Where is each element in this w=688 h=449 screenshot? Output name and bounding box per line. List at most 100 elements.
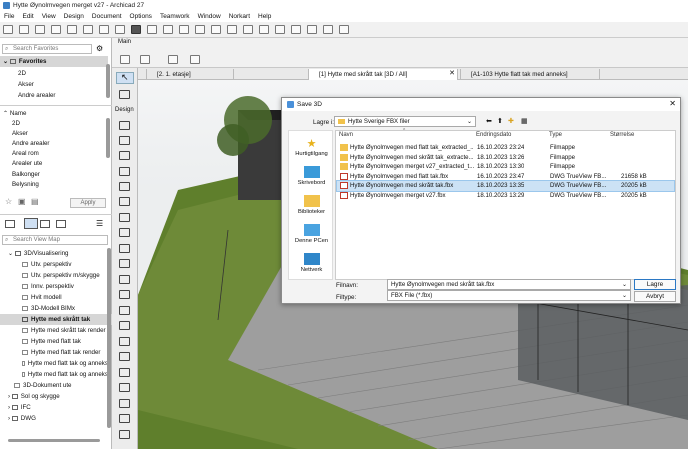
- horizontal-scrollbar[interactable]: [8, 439, 100, 442]
- view-item[interactable]: Utv. perspektiv m/skygge: [0, 270, 108, 281]
- roof-tool-icon[interactable]: [119, 213, 130, 222]
- open-folder-icon[interactable]: [19, 25, 29, 34]
- rotate-icon[interactable]: [168, 55, 178, 64]
- copy-icon[interactable]: [83, 25, 93, 34]
- view-folder-3d[interactable]: ⌄ 3D/Visualisering: [0, 248, 108, 259]
- new-folder-icon[interactable]: ✚: [508, 117, 514, 125]
- view-map-search[interactable]: ⌕ Search View Map: [2, 235, 108, 245]
- stair-tool-icon[interactable]: [119, 228, 130, 237]
- skylight-tool-icon[interactable]: [119, 182, 130, 191]
- view-map-icon[interactable]: [24, 218, 38, 229]
- shell-tool-icon[interactable]: [119, 290, 130, 299]
- 3d-view-icon[interactable]: [227, 25, 237, 34]
- marquee-tool-icon[interactable]: [119, 90, 130, 99]
- ruler-icon[interactable]: [179, 25, 189, 34]
- curtain-wall-tool-icon[interactable]: [119, 136, 130, 145]
- view-item[interactable]: Hytte med skrått tak render: [0, 325, 108, 336]
- door-tool-icon[interactable]: [119, 151, 130, 160]
- view-map-scrollbar[interactable]: [107, 248, 111, 428]
- view-item[interactable]: Hytte med flatt tak og anneks: [0, 358, 108, 369]
- print-icon[interactable]: [51, 25, 61, 34]
- view-item[interactable]: Hytte med flatt tak render: [0, 347, 108, 358]
- layer-icon[interactable]: [147, 25, 157, 34]
- column-size[interactable]: Størrelse: [610, 132, 634, 138]
- view-folder[interactable]: › DWG: [0, 413, 108, 424]
- view-item[interactable]: Innv. perspektiv: [0, 281, 108, 292]
- favorite-item[interactable]: Akser: [0, 79, 108, 90]
- file-row[interactable]: Hytte Øynolmvegen merget v27_extracted_t…: [337, 162, 674, 172]
- tab-3d[interactable]: [1] Hytte med skrått tak [3D / All] ✕: [308, 69, 458, 80]
- file-row[interactable]: Hytte Øynolmvegen med skrått tak_extract…: [337, 153, 674, 163]
- save-button[interactable]: Lagre: [634, 279, 676, 290]
- favorite-item[interactable]: 2D: [0, 68, 108, 79]
- place-libraries[interactable]: Biblioteker: [289, 195, 334, 215]
- menu-help[interactable]: Help: [258, 13, 271, 20]
- arrow-tool-icon[interactable]: [120, 55, 130, 64]
- grid-icon[interactable]: [339, 25, 349, 34]
- favorites-search[interactable]: ⌕ Search Favorites: [2, 44, 92, 54]
- render-icon[interactable]: [275, 25, 285, 34]
- zoom-icon[interactable]: [323, 25, 333, 34]
- name-item[interactable]: Areal rom: [0, 148, 108, 159]
- file-row[interactable]: Hytte Øynolmvegen merget v27.fbx 18.10.2…: [337, 191, 674, 201]
- file-row[interactable]: Hytte Øynolmvegen med flatt tak_extracte…: [337, 143, 674, 153]
- mesh-tool-icon[interactable]: [119, 321, 130, 330]
- pet-palette-icon[interactable]: [131, 25, 141, 34]
- close-icon[interactable]: ✕: [669, 99, 676, 108]
- layout-book-icon[interactable]: [40, 220, 50, 228]
- view-item[interactable]: Hytte med flatt tak: [0, 336, 108, 347]
- name-item[interactable]: Arealer ute: [0, 158, 108, 169]
- view-item[interactable]: 3D-Modell BIMx: [0, 303, 108, 314]
- cut-icon[interactable]: [67, 25, 77, 34]
- name-item[interactable]: Balkonger: [0, 169, 108, 180]
- column-tool-icon[interactable]: [119, 259, 130, 268]
- tab-floor-plan[interactable]: [2. 1. etasje]: [146, 69, 234, 80]
- opening-tool-icon[interactable]: [119, 399, 130, 408]
- names-scrollbar[interactable]: [106, 118, 110, 158]
- cursor-icon[interactable]: [190, 55, 200, 64]
- column-type[interactable]: Type: [549, 132, 562, 138]
- object-tool-icon[interactable]: [119, 352, 130, 361]
- place-network[interactable]: Nettverk: [289, 253, 334, 273]
- save-icon[interactable]: [35, 25, 45, 34]
- menu-document[interactable]: Document: [92, 13, 122, 20]
- place-desktop[interactable]: Skrivebord: [289, 166, 334, 186]
- menu-window[interactable]: Window: [198, 13, 221, 20]
- guide-line-icon[interactable]: [195, 25, 205, 34]
- place-quick-access[interactable]: ★ Hurtigtilgang: [289, 137, 334, 157]
- name-item[interactable]: 2D: [0, 118, 108, 129]
- cancel-button[interactable]: Avbryt: [634, 291, 676, 302]
- filename-input[interactable]: Hytte Øynolmvegen med skrått tak.fbx ⌄: [387, 279, 631, 290]
- favorites-scrollbar[interactable]: [106, 64, 110, 98]
- column-date[interactable]: Endringsdato: [476, 132, 511, 138]
- name-header[interactable]: ⌃ Name: [0, 108, 108, 119]
- section-icon[interactable]: [243, 25, 253, 34]
- morph-tool-icon[interactable]: [119, 306, 130, 315]
- undo-icon[interactable]: [99, 25, 109, 34]
- menu-edit[interactable]: Edit: [22, 13, 33, 20]
- view-item[interactable]: Hvit modell: [0, 292, 108, 303]
- grid-tool-icon[interactable]: [119, 414, 130, 423]
- view-item[interactable]: Hytte med flatt tak og anneks: [0, 369, 108, 380]
- redo-icon[interactable]: [115, 25, 125, 34]
- name-item[interactable]: Belysning: [0, 179, 108, 190]
- project-map-icon[interactable]: [5, 220, 15, 228]
- menu-norkart[interactable]: Norkart: [229, 13, 250, 20]
- filetype-select[interactable]: FBX File (*.fbx) ⌄: [387, 290, 631, 301]
- camera-tool-icon[interactable]: [119, 383, 130, 392]
- close-tab-icon[interactable]: ✕: [449, 69, 455, 77]
- beam-tool-icon[interactable]: [119, 275, 130, 284]
- name-item[interactable]: Akser: [0, 128, 108, 139]
- column-name[interactable]: Navn: [339, 132, 353, 138]
- zone-tool-icon[interactable]: [119, 337, 130, 346]
- publisher-icon[interactable]: [56, 220, 66, 228]
- lamp-tool-icon[interactable]: [119, 368, 130, 377]
- up-folder-icon[interactable]: ⬆: [497, 117, 503, 125]
- view-menu-icon[interactable]: ▦: [521, 117, 528, 125]
- favorite-settings-icon[interactable]: ▤: [31, 197, 39, 206]
- slab-tool-icon[interactable]: [119, 197, 130, 206]
- save-in-select[interactable]: Hytte Sverige FBX filer ⌄: [334, 116, 476, 127]
- view-folder[interactable]: › IFC: [0, 402, 108, 413]
- view-folder[interactable]: › Sol og skygge: [0, 391, 108, 402]
- menu-file[interactable]: File: [4, 13, 14, 20]
